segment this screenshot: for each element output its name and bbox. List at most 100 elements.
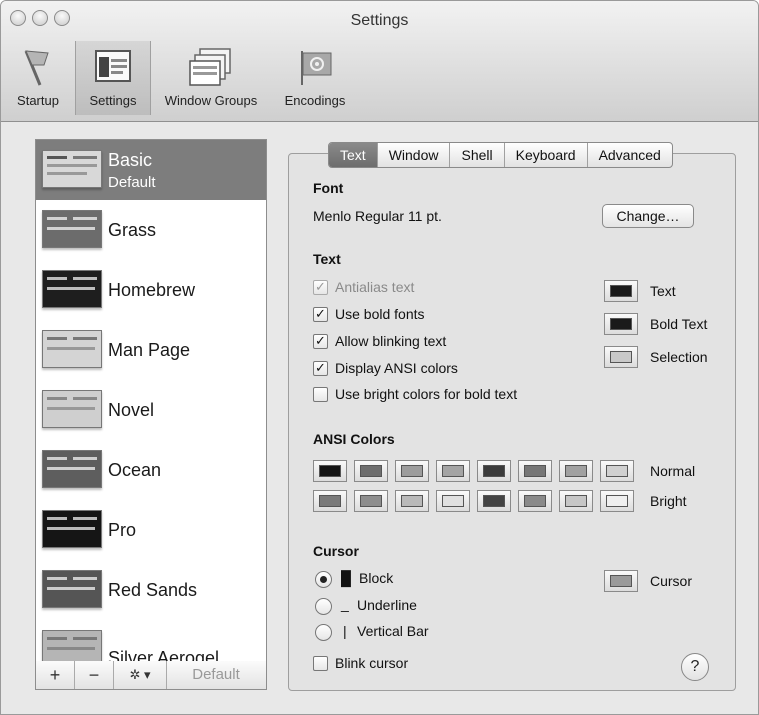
toolbar-window-groups[interactable]: Window Groups — [152, 41, 270, 115]
bright-bold-checkbox[interactable] — [313, 387, 328, 402]
ansi-color-swatch — [565, 495, 587, 507]
profile-row-red-sands[interactable]: Red Sands — [36, 560, 266, 620]
action-menu-button[interactable]: ✲ ▾ — [114, 661, 167, 689]
cursor-vertical-bar-label: Vertical Bar — [357, 623, 429, 639]
add-profile-button[interactable]: + — [36, 661, 75, 689]
ansi-bright-label: Bright — [650, 493, 687, 509]
cursor-underline-radio[interactable] — [315, 598, 332, 615]
window-title: Settings — [350, 12, 409, 29]
ansi-normal-color-well-7[interactable] — [600, 460, 634, 482]
bold-text-color-swatch — [610, 318, 632, 330]
font-value: Menlo Regular 11 pt. — [313, 208, 442, 224]
ansi-bright-color-well-5[interactable] — [518, 490, 552, 512]
cursor-block-label: Block — [359, 570, 394, 586]
profile-name: Novel — [108, 400, 155, 420]
ansi-colors-checkbox[interactable]: ✓ — [313, 361, 328, 376]
change-font-button[interactable]: Change… — [602, 204, 694, 228]
profile-row-homebrew[interactable]: Homebrew — [36, 260, 266, 320]
ansi-color-swatch — [606, 465, 628, 477]
ansi-normal-color-well-4[interactable] — [477, 460, 511, 482]
profile-row-pro[interactable]: Pro — [36, 500, 266, 560]
ansi-color-swatch — [401, 495, 423, 507]
ansi-color-swatch — [483, 495, 505, 507]
ansi-bright-color-well-6[interactable] — [559, 490, 593, 512]
ansi-bright-color-well-4[interactable] — [477, 490, 511, 512]
ansi-color-swatch — [524, 495, 546, 507]
profile-row-basic[interactable]: Basic Default — [36, 140, 266, 200]
selection-color-label: Selection — [650, 349, 708, 365]
ansi-bright-color-well-1[interactable] — [354, 490, 388, 512]
tab-advanced[interactable]: Advanced — [586, 143, 672, 167]
antialias-label: Antialias text — [335, 279, 415, 295]
blinking-text-label: Allow blinking text — [335, 333, 447, 349]
tab-shell[interactable]: Shell — [449, 143, 503, 167]
radio-selected-dot — [320, 576, 327, 583]
ansi-normal-color-well-0[interactable] — [313, 460, 347, 482]
ansi-colors-heading: ANSI Colors — [313, 431, 395, 447]
ansi-normal-color-well-1[interactable] — [354, 460, 388, 482]
profile-row-grass[interactable]: Grass — [36, 200, 266, 260]
profile-row-silver-aerogel[interactable]: Silver Aerogel — [36, 620, 266, 662]
profile-thumbnail — [42, 210, 102, 248]
ansi-normal-color-well-2[interactable] — [395, 460, 429, 482]
window-groups-icon — [189, 48, 231, 86]
font-heading: Font — [313, 180, 344, 196]
profile-thumbnail — [42, 570, 102, 608]
bold-fonts-checkbox[interactable]: ✓ — [313, 307, 328, 322]
profile-name: Red Sands — [108, 580, 198, 600]
ansi-bright-color-well-7[interactable] — [600, 490, 634, 512]
toolbar-startup-label: Startup — [17, 93, 59, 108]
bright-bold-label: Use bright colors for bold text — [335, 386, 518, 402]
cursor-vertical-bar-radio[interactable] — [315, 624, 332, 641]
bold-text-color-well[interactable] — [604, 313, 638, 335]
default-button[interactable]: Default — [167, 661, 265, 689]
selection-color-well[interactable] — [604, 346, 638, 368]
profiles-list[interactable]: Basic Default Grass Homebrew Man Page No… — [35, 139, 267, 663]
cursor-color-label: Cursor — [650, 573, 693, 589]
ansi-color-swatch — [319, 495, 341, 507]
ansi-color-swatch — [483, 465, 505, 477]
profile-thumbnail — [42, 330, 102, 368]
blinking-text-checkbox[interactable]: ✓ — [313, 334, 328, 349]
text-heading: Text — [313, 251, 341, 267]
tab-keyboard[interactable]: Keyboard — [503, 143, 587, 167]
profile-thumbnail — [42, 630, 102, 662]
ansi-color-swatch — [319, 465, 341, 477]
block-cursor-glyph: █ — [341, 570, 351, 586]
ansi-color-swatch — [565, 465, 587, 477]
ansi-bright-color-well-3[interactable] — [436, 490, 470, 512]
profile-default-label: Default — [108, 174, 156, 191]
ansi-bright-color-well-0[interactable] — [313, 490, 347, 512]
toolbar-encodings-label: Encodings — [284, 93, 346, 108]
profile-name: Ocean — [108, 460, 162, 480]
toolbar-settings-label: Settings — [89, 93, 137, 108]
ansi-color-swatch — [360, 495, 382, 507]
ansi-bright-color-well-2[interactable] — [395, 490, 429, 512]
cursor-block-radio[interactable] — [315, 571, 332, 588]
profile-row-man-page[interactable]: Man Page — [36, 320, 266, 380]
tab-window[interactable]: Window — [376, 143, 450, 167]
profile-row-novel[interactable]: Novel — [36, 380, 266, 440]
toolbar-settings[interactable]: Settings — [75, 41, 151, 115]
ansi-color-swatch — [401, 465, 423, 477]
selection-color-swatch — [610, 351, 632, 363]
bold-text-color-label: Bold Text — [650, 316, 708, 332]
ansi-normal-color-well-5[interactable] — [518, 460, 552, 482]
profile-row-ocean[interactable]: Ocean — [36, 440, 266, 500]
toolbar-encodings[interactable]: Encodings — [273, 41, 357, 115]
ansi-normal-color-well-3[interactable] — [436, 460, 470, 482]
flag-icon — [24, 50, 49, 86]
tab-text[interactable]: Text — [329, 143, 377, 167]
cursor-color-swatch — [610, 575, 632, 587]
remove-profile-button[interactable]: − — [75, 661, 114, 689]
profile-thumbnail — [42, 270, 102, 308]
ansi-normal-color-well-6[interactable] — [559, 460, 593, 482]
help-button[interactable]: ? — [681, 653, 709, 681]
settings-window-icon — [95, 50, 131, 82]
cursor-color-well[interactable] — [604, 570, 638, 592]
blink-cursor-checkbox[interactable] — [313, 656, 328, 671]
text-color-well[interactable] — [604, 280, 638, 302]
toolbar-startup[interactable]: Startup — [2, 41, 74, 115]
settings-panel — [288, 153, 736, 691]
antialias-checkbox[interactable]: ✓ — [313, 280, 328, 295]
